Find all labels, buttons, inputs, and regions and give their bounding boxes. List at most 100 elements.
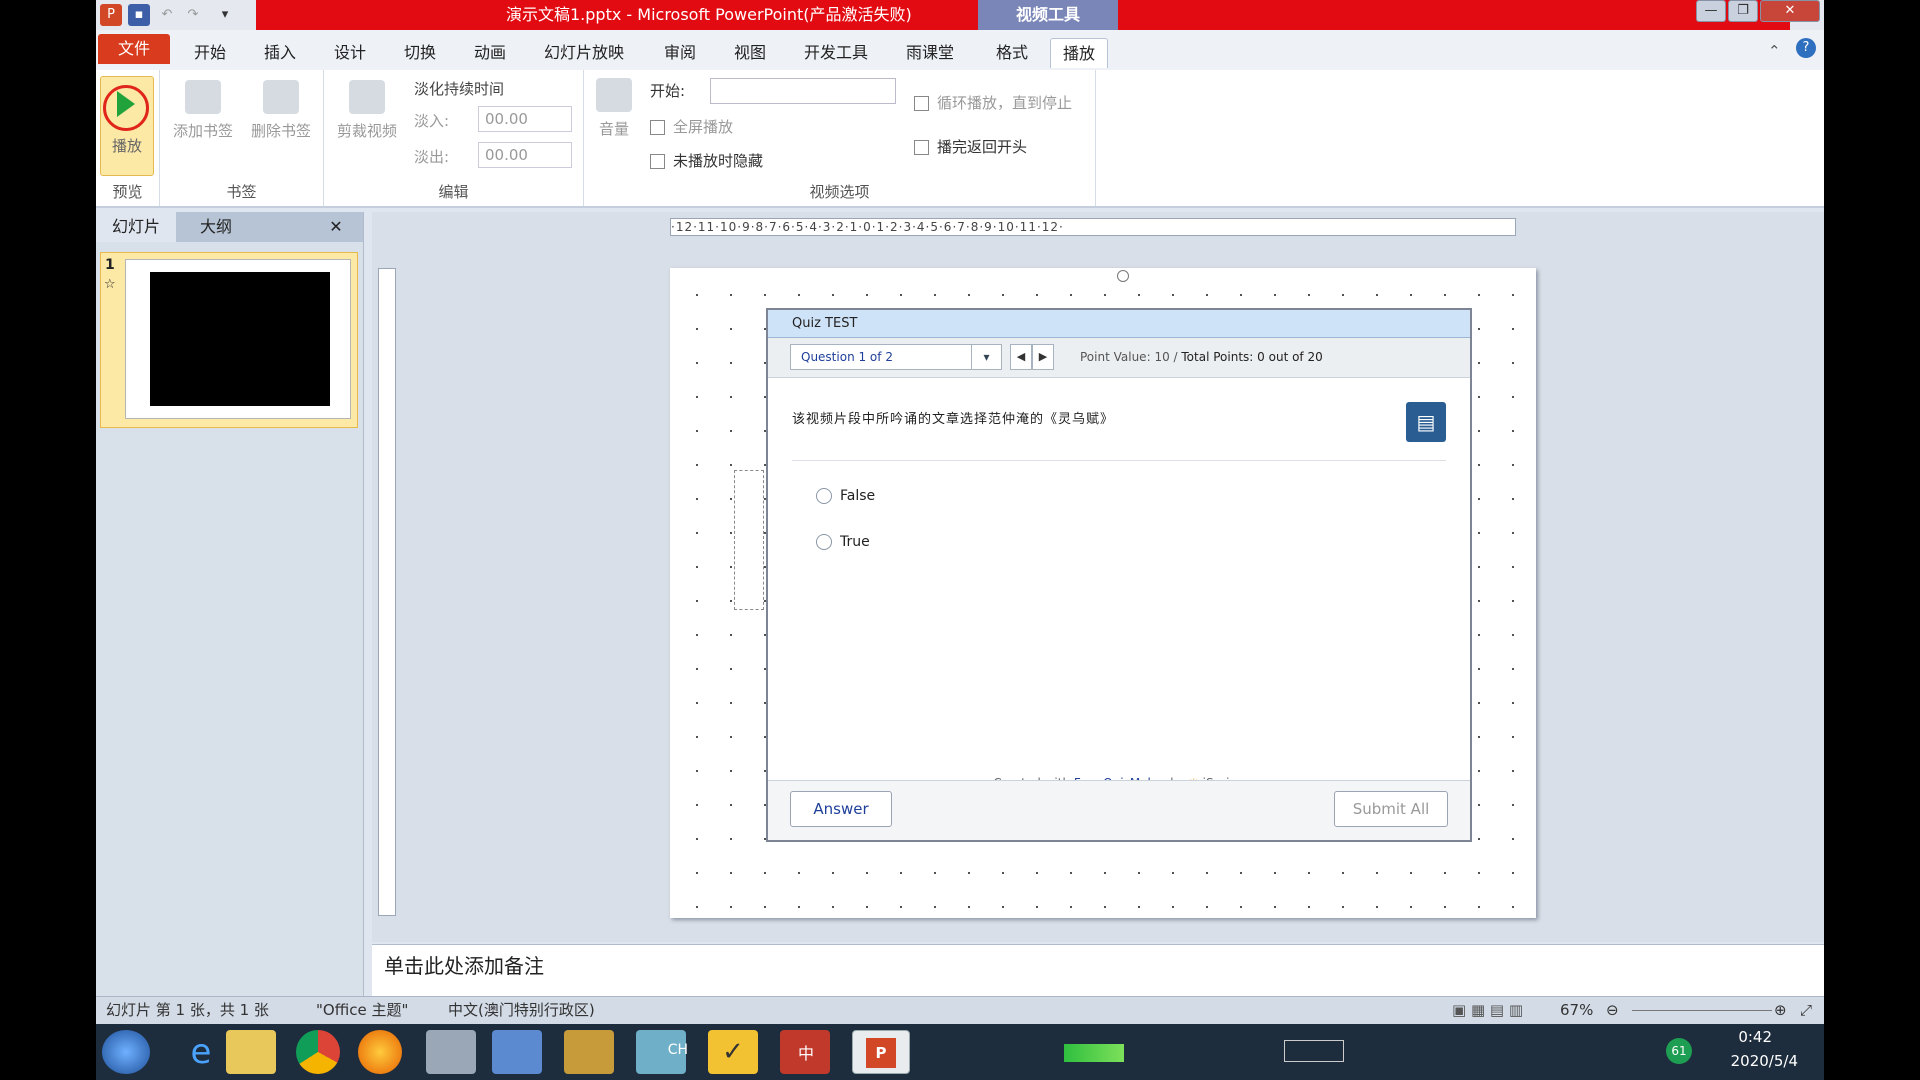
slide-canvas[interactable]: Quiz TEST Question 1 of 2 ▾ ◀ ▶ Point Val… — [670, 268, 1536, 918]
remove-bookmark-label: 删除书签 — [250, 122, 311, 140]
fade-in-field[interactable]: 00.00 — [478, 106, 572, 132]
firefox-icon[interactable] — [358, 1030, 402, 1074]
clock-time[interactable]: 0:42 — [1738, 1028, 1772, 1046]
fullscreen-checkbox[interactable]: 全屏播放 — [650, 116, 733, 137]
submit-all-button[interactable]: Submit All — [1334, 791, 1448, 827]
bookmarks-group-label: 书签 — [226, 183, 257, 201]
restore-button[interactable]: ❐ — [1728, 0, 1758, 22]
close-button[interactable]: ✕ — [1760, 0, 1820, 22]
ribbon: 播放 预览 添加书签 删除书签 书签 剪裁视频 淡化持续时间 淡入: 00.00… — [96, 70, 1824, 208]
trim-video-button[interactable]: 剪裁视频 — [330, 80, 404, 141]
save-icon[interactable]: ▪ — [128, 4, 150, 26]
option-false[interactable]: False — [816, 488, 875, 504]
tab-playback[interactable]: 播放 — [1050, 38, 1109, 68]
tab-transitions[interactable]: 切换 — [404, 38, 436, 68]
zoom-slider[interactable] — [1632, 1010, 1772, 1011]
undo-icon[interactable]: ↶ — [156, 4, 178, 26]
loop-checkbox[interactable]: 循环播放，直到停止 — [914, 92, 1072, 113]
video-options-group-label: 视频选项 — [809, 183, 870, 201]
editing-group-label: 编辑 — [438, 183, 469, 201]
prev-question-icon[interactable]: ◀ — [1010, 344, 1032, 370]
option-true[interactable]: True — [816, 534, 870, 550]
redo-icon[interactable]: ↷ — [182, 4, 204, 26]
help-icon[interactable]: ? — [1796, 38, 1816, 58]
input-language[interactable]: CH — [668, 1042, 688, 1058]
app-icon-1[interactable] — [426, 1030, 476, 1074]
fade-in-label: 淡入: — [414, 112, 450, 130]
tab-outline[interactable]: 大纲 — [176, 212, 256, 242]
slide-info: 幻灯片 第 1 张，共 1 张 — [106, 1001, 269, 1019]
tab-review[interactable]: 审阅 — [664, 38, 696, 68]
qat-customize-icon[interactable]: ▾ — [214, 4, 236, 26]
powerpoint-taskbar-icon[interactable]: P — [852, 1030, 910, 1074]
fade-out-label: 淡出: — [414, 148, 450, 166]
video-tools-context: 视频工具 — [978, 0, 1118, 30]
quiz-video-object[interactable]: Quiz TEST Question 1 of 2 ▾ ◀ ▶ Point Val… — [766, 308, 1472, 842]
volume-label: 音量 — [598, 120, 629, 138]
clock-date[interactable]: 2020/5/4 — [1731, 1052, 1798, 1070]
bookmarks-group: 添加书签 删除书签 书签 — [160, 70, 324, 206]
file-explorer-icon[interactable] — [226, 1030, 276, 1074]
preview-group: 播放 预览 — [96, 70, 160, 206]
task-app-icon[interactable]: ✓ — [708, 1030, 758, 1074]
play-button[interactable]: 播放 — [100, 76, 154, 176]
remove-bookmark-button[interactable]: 删除书签 — [244, 80, 318, 141]
collapse-ribbon-icon[interactable]: ⌃ — [1768, 42, 1781, 60]
slide-thumbnail[interactable]: 1 ☆ — [100, 252, 358, 428]
rewind-checkbox[interactable]: 播完返回开头 — [914, 136, 1027, 157]
app-icon-2[interactable] — [492, 1030, 542, 1074]
points-info: Point Value: 10 / Total Points: 0 out of… — [1080, 350, 1323, 364]
tab-animations[interactable]: 动画 — [474, 38, 506, 68]
question-select[interactable]: Question 1 of 2 ▾ — [790, 344, 1002, 370]
fit-slide-icon[interactable]: ⤢ — [1800, 997, 1812, 1023]
language[interactable]: 中文(澳门特别行政区) — [448, 997, 595, 1023]
tab-developer[interactable]: 开发工具 — [804, 38, 868, 68]
tab-format[interactable]: 格式 — [996, 38, 1028, 68]
zoom-in-icon[interactable]: ⊕ — [1774, 997, 1787, 1023]
minimize-button[interactable]: — — [1696, 0, 1726, 22]
tab-slides[interactable]: 幻灯片 — [96, 212, 176, 242]
slide-editor: ·12·11·10·9·8·7·6·5·4·3·2·1·0·1·2·3·4·5·… — [372, 212, 1824, 942]
close-pane-icon[interactable]: ✕ — [316, 212, 356, 242]
tab-insert[interactable]: 插入 — [264, 38, 296, 68]
archive-app-icon[interactable] — [564, 1030, 614, 1074]
trim-video-label: 剪裁视频 — [336, 122, 397, 140]
theme-name: "Office 主题" — [316, 1001, 409, 1019]
play-icon — [117, 91, 135, 117]
powerpoint-window: P ▪ ↶ ↷ ▾ 演示文稿1.pptx - Microsoft PowerPo… — [96, 0, 1824, 1080]
tab-view[interactable]: 视图 — [734, 38, 766, 68]
tab-slideshow[interactable]: 幻灯片放映 — [544, 38, 624, 68]
tab-home[interactable]: 开始 — [194, 38, 226, 68]
placeholder-outline — [734, 470, 764, 610]
next-question-icon[interactable]: ▶ — [1032, 344, 1054, 370]
fade-out-field[interactable]: 00.00 — [478, 142, 572, 168]
view-buttons[interactable]: ▣ ▦ ▤ ▥ — [1452, 997, 1523, 1023]
battery-badge[interactable]: 61 — [1666, 1038, 1692, 1064]
start-select[interactable] — [710, 78, 896, 104]
tab-file[interactable]: 文件 — [98, 34, 170, 64]
volume-button[interactable]: 音量 — [592, 78, 636, 139]
hide-when-not-playing-checkbox[interactable]: 未播放时隐藏 — [650, 150, 763, 171]
question-text: 该视频片段中所吟诵的文章选择范仲淹的《灵乌赋》 — [792, 412, 1115, 427]
ime-mode[interactable]: 中 — [798, 1040, 814, 1064]
fade-duration-title: 淡化持续时间 — [414, 80, 505, 98]
signal-strength-icon — [1064, 1044, 1124, 1062]
rotate-handle[interactable] — [1117, 270, 1129, 282]
zoom-out-icon[interactable]: ⊖ — [1606, 997, 1619, 1023]
zoom-level[interactable]: 67% — [1560, 997, 1593, 1023]
answer-button[interactable]: Answer — [790, 791, 892, 827]
horizontal-ruler: ·12·11·10·9·8·7·6·5·4·3·2·1·0·1·2·3·4·5·… — [670, 218, 1516, 236]
chrome-icon[interactable] — [296, 1030, 340, 1074]
internet-explorer-icon[interactable]: e — [176, 1030, 226, 1074]
add-bookmark-label: 添加书签 — [172, 122, 233, 140]
tab-design[interactable]: 设计 — [334, 38, 366, 68]
preview-group-label: 预览 — [112, 183, 143, 201]
divider — [792, 460, 1446, 461]
volume-icon — [596, 78, 632, 112]
tab-rain-classroom[interactable]: 雨课堂 — [906, 38, 954, 68]
ribbon-tabs: 文件 开始 插入 设计 切换 动画 幻灯片放映 审阅 视图 开发工具 雨课堂 格… — [96, 30, 1824, 70]
add-bookmark-button[interactable]: 添加书签 — [166, 80, 240, 141]
start-button-icon[interactable] — [102, 1030, 150, 1074]
radio-icon — [816, 534, 832, 550]
notes-pane[interactable]: 单击此处添加备注 — [372, 944, 1824, 996]
